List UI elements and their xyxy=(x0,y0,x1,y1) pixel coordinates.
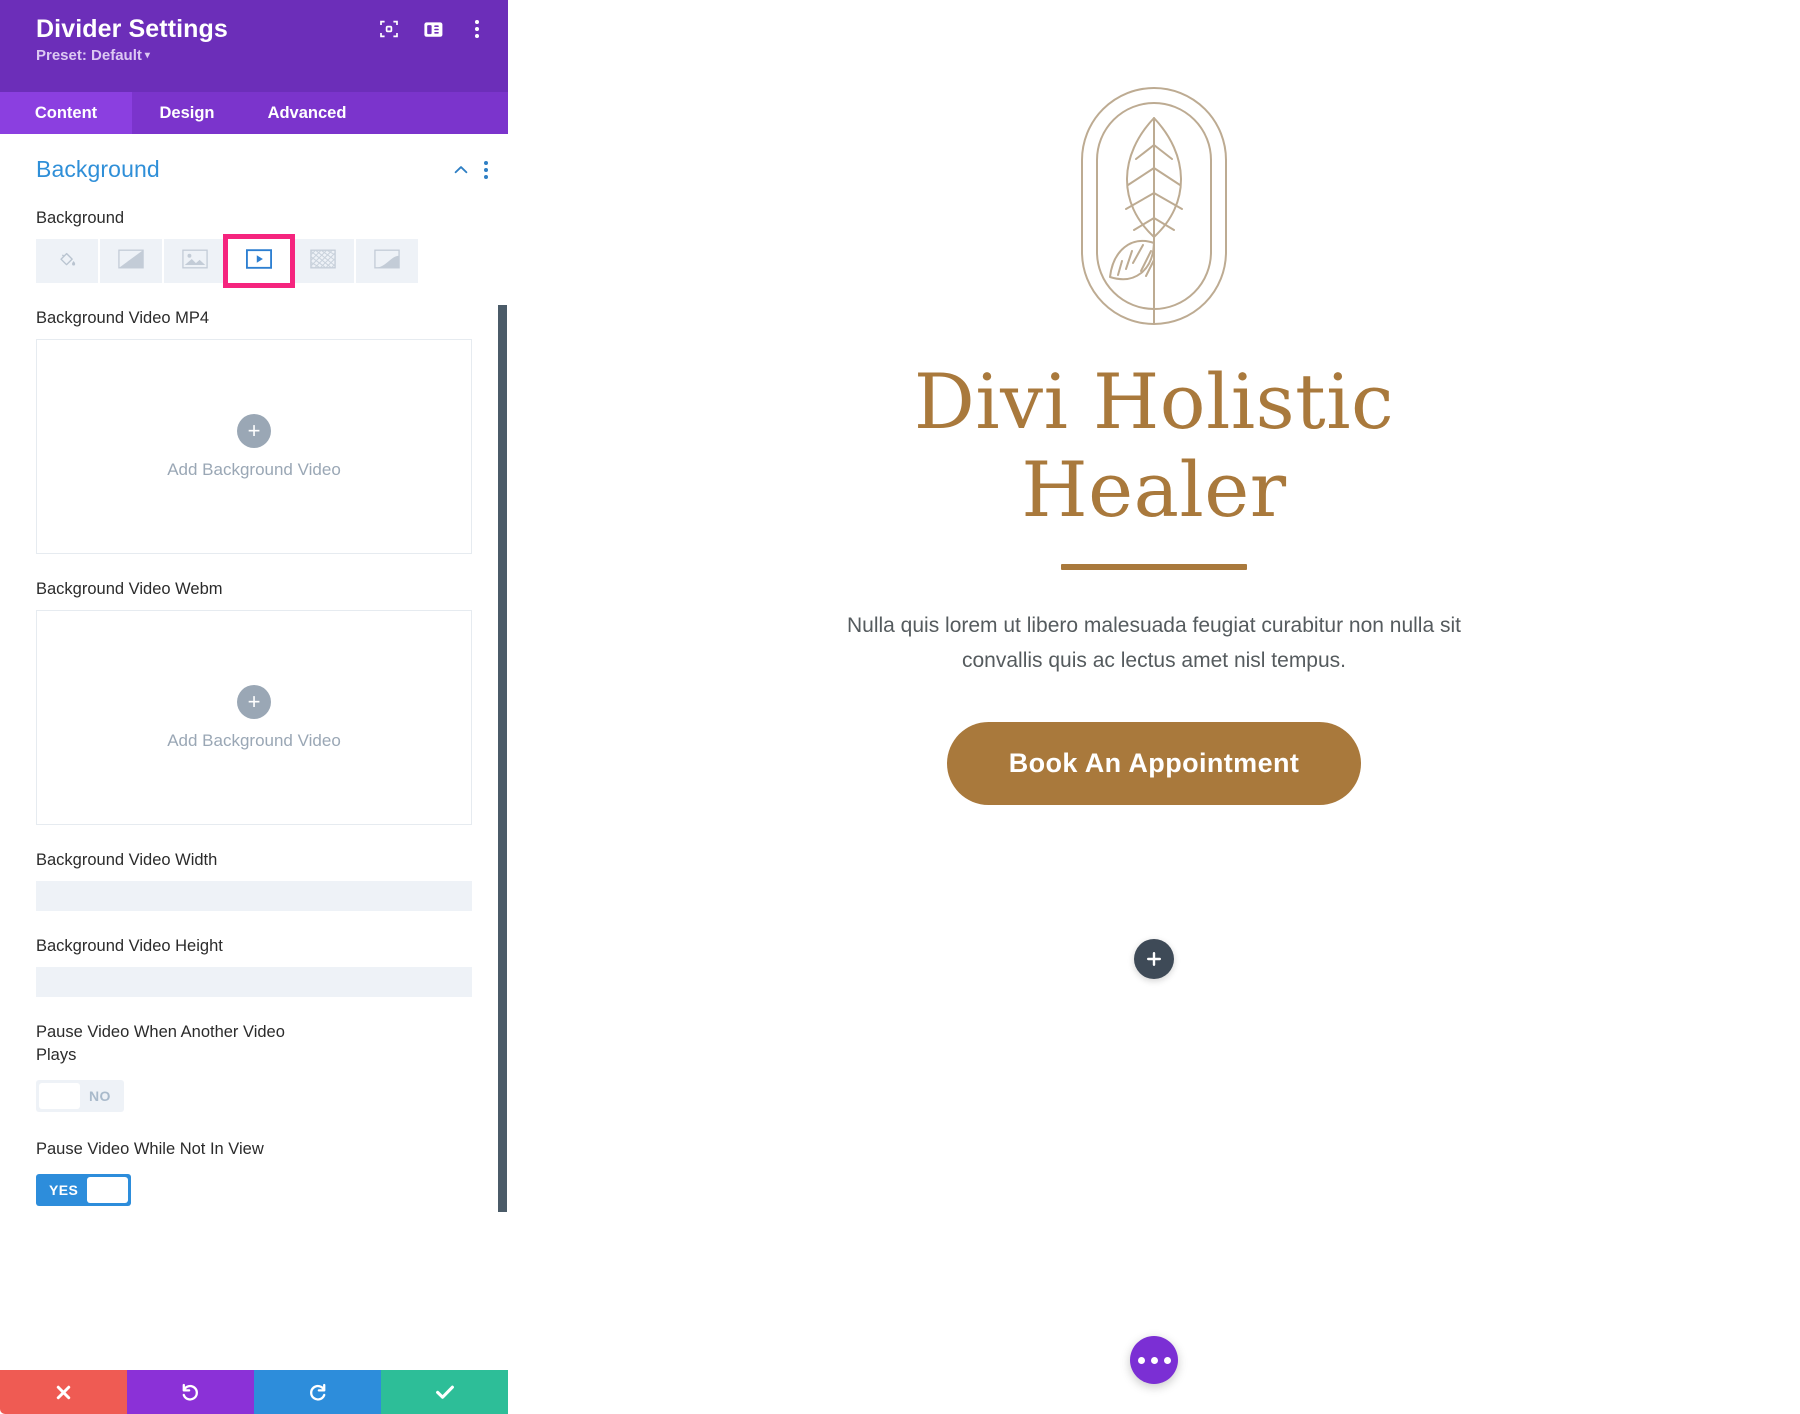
pause-notinview-label: Pause Video While Not In View xyxy=(36,1140,264,1158)
height-label: Background Video Height xyxy=(36,937,223,955)
pause-video-not-in-view-field: Pause Video While Not In View YES xyxy=(0,1138,508,1206)
webm-label: Background Video Webm xyxy=(36,580,223,598)
background-video-width-input[interactable] xyxy=(36,881,472,911)
bg-type-color[interactable] xyxy=(36,239,98,283)
panel-header: Divider Settings Preset: Default ▾ xyxy=(0,0,508,92)
page-settings-fab[interactable] xyxy=(1130,1336,1178,1384)
leaf-plant-logo xyxy=(1079,85,1229,332)
background-section-header: Background xyxy=(0,134,508,189)
toggle-knob xyxy=(87,1177,129,1203)
mask-icon xyxy=(374,249,400,274)
pattern-icon xyxy=(310,249,336,274)
pause-other-state: NO xyxy=(89,1088,111,1104)
bg-type-video-wrap xyxy=(223,234,295,288)
image-icon xyxy=(182,249,208,274)
video-play-icon xyxy=(246,248,272,274)
mp4-label: Background Video MP4 xyxy=(36,309,210,327)
pause-notinview-state: YES xyxy=(49,1182,79,1198)
preset-selector[interactable]: Preset: Default ▾ xyxy=(36,47,486,64)
mp4-upload-dropzone[interactable]: + Add Background Video xyxy=(36,339,472,554)
ellipsis-dot xyxy=(1137,1356,1145,1364)
panel-footer xyxy=(0,1370,508,1414)
pause-video-when-another-plays-field: Pause Video When Another Video Plays NO xyxy=(0,1021,508,1114)
redo-button[interactable] xyxy=(254,1370,381,1414)
background-video-mp4-field: Background Video MP4 + Add Background Vi… xyxy=(0,307,508,554)
toggle-knob xyxy=(39,1083,80,1109)
bg-type-pattern-wrap xyxy=(292,239,354,283)
bg-type-video[interactable] xyxy=(228,239,290,283)
bg-type-color-wrap xyxy=(36,239,98,283)
background-video-webm-field: Background Video Webm + Add Background V… xyxy=(0,578,508,825)
preset-label: Preset: Default xyxy=(36,47,142,64)
tab-advanced[interactable]: Advanced xyxy=(242,92,372,134)
background-video-width-field: Background Video Width xyxy=(0,849,508,911)
page-subtitle: Nulla quis lorem ut libero malesuada feu… xyxy=(846,614,1461,672)
app-root: Divider Settings Preset: Default ▾ Conte… xyxy=(0,0,1800,1414)
panel-scrollbar[interactable] xyxy=(498,305,507,1212)
panel-header-icons xyxy=(378,18,488,40)
more-options-icon[interactable] xyxy=(466,18,488,40)
panel-tabs: Content Design Advanced xyxy=(0,92,508,134)
bg-type-mask[interactable] xyxy=(356,239,418,283)
width-label: Background Video Width xyxy=(36,851,218,869)
chevron-up-icon[interactable] xyxy=(452,161,470,179)
title-divider xyxy=(1061,564,1247,570)
cancel-button[interactable] xyxy=(0,1370,127,1414)
divider-settings-panel: Divider Settings Preset: Default ▾ Conte… xyxy=(0,0,508,1414)
bg-type-mask-wrap xyxy=(356,239,418,283)
chevron-down-icon: ▾ xyxy=(144,50,150,61)
mp4-upload-text: Add Background Video xyxy=(167,459,341,479)
layout-toggle-icon[interactable] xyxy=(422,18,444,40)
save-button[interactable] xyxy=(381,1370,508,1414)
background-type-selector xyxy=(36,234,472,288)
tab-design[interactable]: Design xyxy=(132,92,242,134)
pause-other-toggle[interactable]: NO xyxy=(36,1080,124,1112)
section-title: Background xyxy=(36,156,160,182)
paint-bucket-icon xyxy=(56,248,78,275)
pause-other-label: Pause Video When Another Video Plays xyxy=(36,1023,285,1064)
page-title: Divi Holistic Healer xyxy=(913,357,1395,534)
section-more-options-icon[interactable] xyxy=(484,160,488,179)
bg-type-image[interactable] xyxy=(164,239,226,283)
page-preview: Divi Holistic Healer Nulla quis lorem ut… xyxy=(508,0,1800,1414)
bg-type-gradient-wrap xyxy=(100,239,162,283)
webm-upload-dropzone[interactable]: + Add Background Video xyxy=(36,610,472,825)
add-row-button[interactable] xyxy=(1134,939,1174,979)
plus-icon: + xyxy=(237,413,271,448)
bg-type-image-wrap xyxy=(164,239,226,283)
tab-content[interactable]: Content xyxy=(0,92,132,134)
bg-type-pattern[interactable] xyxy=(292,239,354,283)
book-appointment-button[interactable]: Book An Appointment xyxy=(946,722,1362,805)
bg-type-gradient[interactable] xyxy=(100,239,162,283)
panel-body: Background Background Background Video M… xyxy=(0,134,508,1370)
ellipsis-dot xyxy=(1163,1356,1171,1364)
background-video-height-field: Background Video Height xyxy=(0,935,508,997)
ellipsis-dot xyxy=(1150,1356,1158,1364)
plus-icon: + xyxy=(237,684,271,719)
gradient-icon xyxy=(118,249,144,274)
background-type-field: Background xyxy=(0,207,508,288)
webm-upload-text: Add Background Video xyxy=(167,730,341,750)
undo-button[interactable] xyxy=(127,1370,254,1414)
background-video-height-input[interactable] xyxy=(36,967,472,997)
focus-icon[interactable] xyxy=(378,18,400,40)
pause-notinview-toggle[interactable]: YES xyxy=(36,1174,132,1206)
background-field-label: Background xyxy=(36,209,125,227)
